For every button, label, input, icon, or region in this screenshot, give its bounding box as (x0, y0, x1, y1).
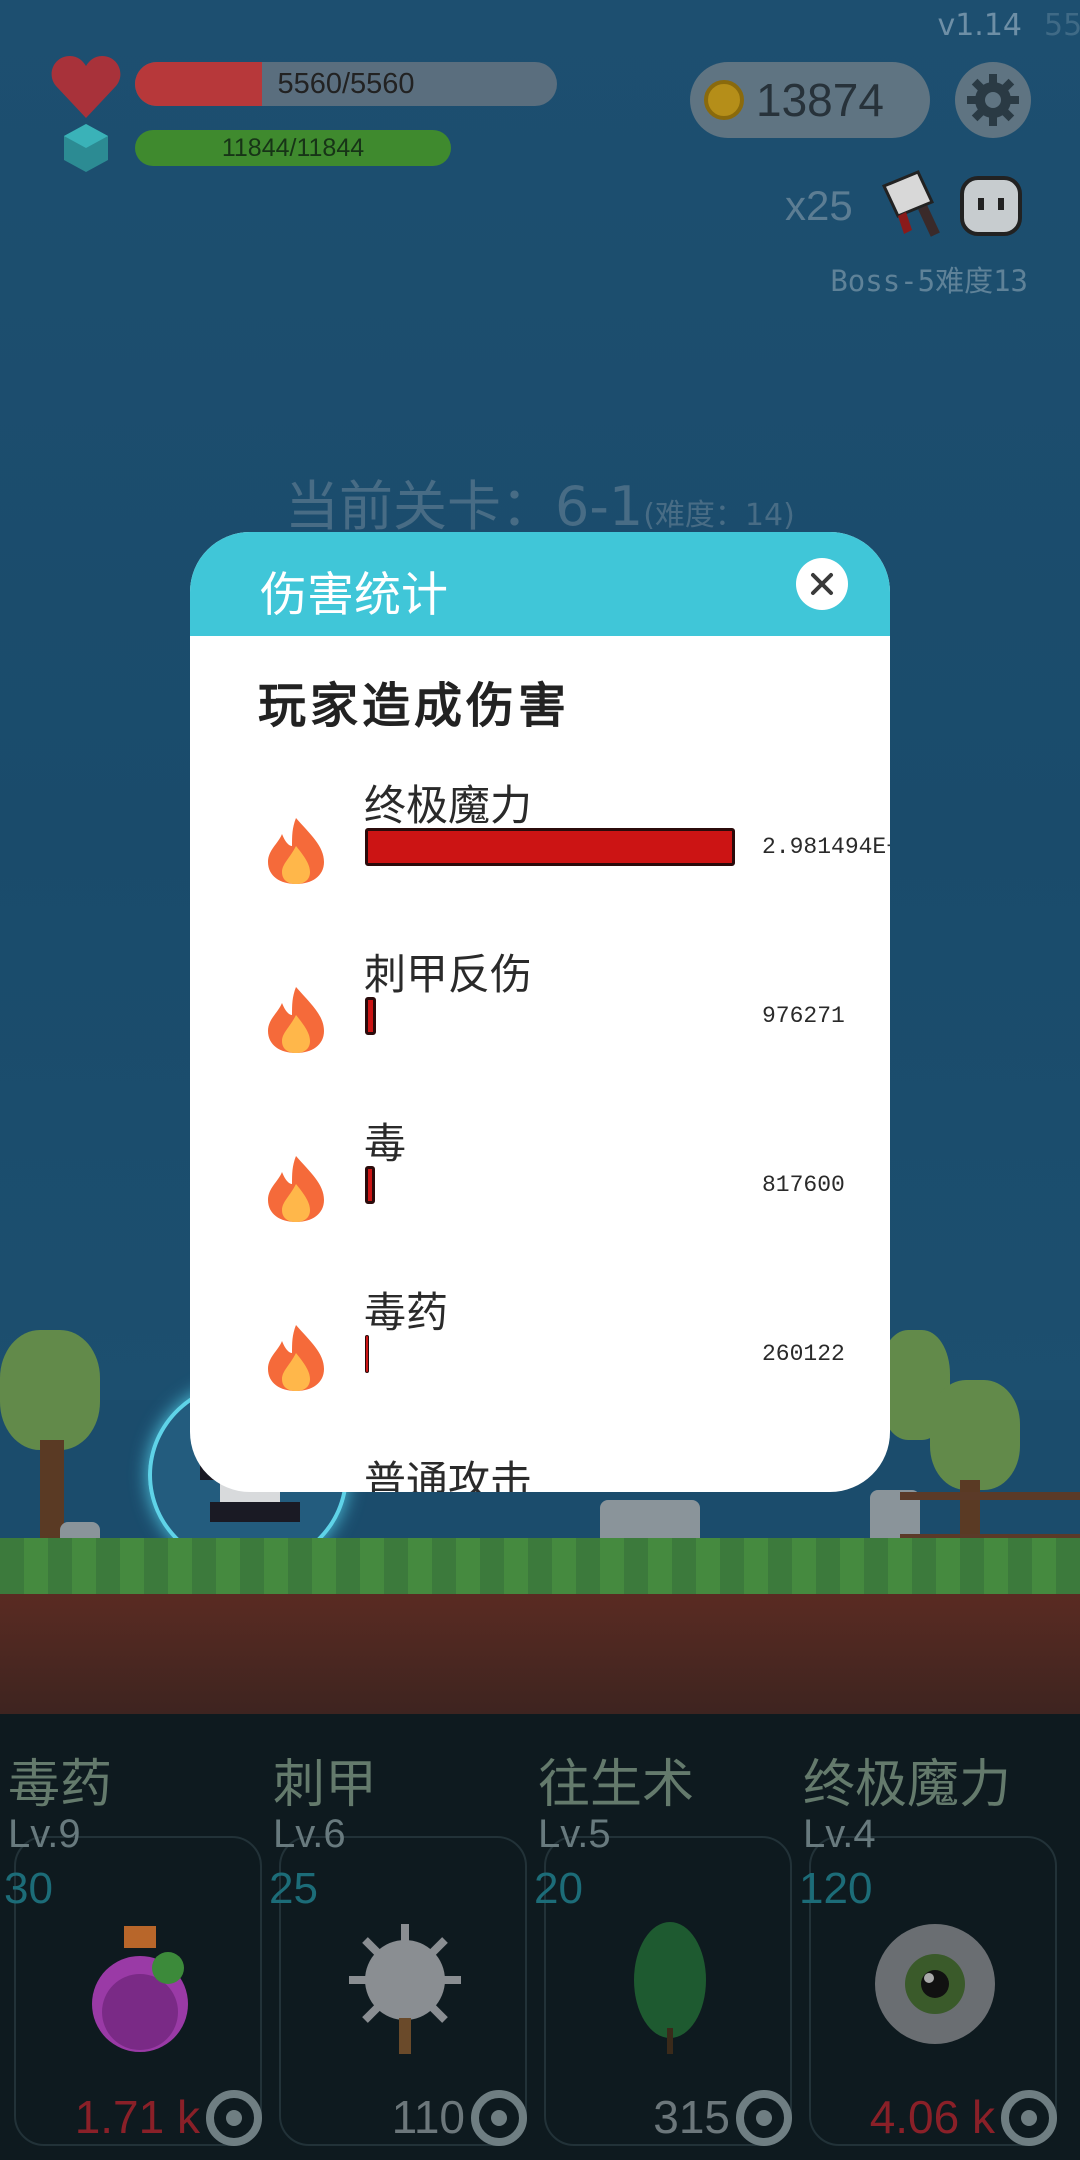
skill-slot-poison[interactable]: 毒药 Lv.9 30 1.71 k (0, 1720, 265, 2160)
skill-slot-thorns[interactable]: 刺甲 Lv.6 25 110 (265, 1720, 530, 2160)
skill-cost: 120 (799, 1864, 873, 1913)
ground-grass (0, 1538, 1080, 1594)
damage-bar (365, 1335, 369, 1373)
skill-price: 315 (653, 2091, 730, 2143)
damage-source-label: 毒药 (364, 1288, 449, 1337)
damage-source-label: 普通攻击 (364, 1457, 533, 1492)
damage-row: 普通攻击 (190, 1448, 890, 1492)
potion-icon (92, 1926, 188, 2052)
hp-bar: 5560/5560 (135, 62, 557, 106)
upgrade-icon[interactable] (206, 2090, 262, 2146)
heart-icon (51, 56, 121, 118)
skill-name: 往生术 (538, 1755, 695, 1815)
skill-cost: 20 (534, 1864, 583, 1913)
version-extra-label: 55 (1044, 8, 1080, 43)
close-icon (811, 573, 833, 595)
skill-name: 刺甲 (273, 1755, 378, 1815)
skill-level: Lv.6 (273, 1812, 346, 1856)
stage-title: 当前关卡：6-1(难度：14) (285, 462, 795, 541)
dialog-header: 伤害统计 (190, 532, 890, 636)
upgrade-icon[interactable] (471, 2090, 527, 2146)
damage-bar (365, 997, 376, 1035)
cleaver-icon (881, 170, 940, 237)
coin-value: 13874 (756, 74, 884, 126)
skill-name: 终极魔力 (803, 1755, 1012, 1815)
fence (900, 1492, 1080, 1542)
ground-dirt (0, 1594, 1080, 1714)
skill-name: 毒药 (8, 1755, 113, 1815)
damage-bar (365, 828, 735, 866)
dialog-title: 伤害统计 (260, 568, 448, 623)
damage-value: 976271 (762, 1003, 845, 1029)
upgrade-icon[interactable] (1001, 2090, 1057, 2146)
damage-row: 毒药 260122 (190, 1279, 890, 1439)
damage-value: 817600 (762, 1172, 845, 1198)
skill-price: 110 (391, 2091, 465, 2143)
coin-icon (704, 80, 744, 120)
flame-icon (268, 987, 324, 1053)
flame-icon (268, 1156, 324, 1222)
spiked-ball-icon (349, 1924, 461, 2054)
flame-icon (268, 818, 324, 884)
skill-price: 4.06 k (869, 2091, 995, 2143)
leaf-icon (634, 1922, 706, 2054)
coin-counter: 13874 (690, 62, 930, 138)
damage-row: 刺甲反伤 976271 (190, 941, 890, 1101)
damage-source-label: 毒 (364, 1119, 407, 1168)
skill-cost: 30 (4, 1864, 53, 1913)
mana-text: 11844/11844 (221, 133, 365, 162)
rock (600, 1500, 700, 1540)
damage-row: 终极魔力 2.981494E+ (190, 772, 890, 932)
version-label: v1.14 (937, 8, 1022, 43)
skill-level: Lv.5 (538, 1812, 611, 1856)
tree (0, 1330, 100, 1450)
skill-slot-rebirth[interactable]: 往生术 Lv.5 20 315 (530, 1720, 795, 2160)
ghost-icon[interactable] (958, 172, 1024, 238)
damage-source-label: 终极魔力 (364, 781, 533, 830)
mana-gem-icon (64, 124, 108, 172)
boss-label: Boss-5难度13 (830, 264, 1028, 298)
damage-value: 2.981494E+ (762, 834, 890, 860)
damage-stats-dialog: 伤害统计 玩家造成伤害 终极魔力 2.981494E+ 刺甲反伤 976271 毒 817… (190, 532, 890, 1492)
eye-icon (875, 1924, 995, 2044)
damage-row: 毒 817600 (190, 1110, 890, 1270)
skill-cost: 25 (269, 1864, 318, 1913)
hp-text: 5560/5560 (277, 67, 415, 100)
gear-icon (967, 74, 1019, 126)
skill-slot-ultimate-magic[interactable]: 终极魔力 Lv.4 120 4.06 k (795, 1720, 1060, 2160)
skill-level: Lv.9 (8, 1812, 81, 1856)
skill-price: 1.71 k (74, 2091, 200, 2143)
skill-level: Lv.4 (803, 1812, 876, 1856)
stage-difficulty: (难度：14) (643, 498, 795, 533)
damage-bar (365, 1166, 375, 1204)
stage-title-text: 当前关卡：6-1 (285, 475, 644, 538)
section-heading: 玩家造成伤害 (258, 678, 571, 734)
damage-source-label: 刺甲反伤 (364, 950, 533, 999)
boss-multiplier: x25 (785, 182, 853, 229)
upgrade-icon[interactable] (736, 2090, 792, 2146)
close-button[interactable] (796, 558, 848, 610)
mana-bar: 11844/11844 (135, 130, 451, 166)
damage-value: 260122 (762, 1341, 845, 1367)
settings-button[interactable] (955, 62, 1031, 138)
flame-icon (268, 1325, 324, 1391)
tree (930, 1380, 1020, 1490)
skill-bar: 毒药 Lv.9 30 1.71 k 刺甲 Lv.6 25 110 往生术 Lv.… (0, 1720, 1080, 2160)
